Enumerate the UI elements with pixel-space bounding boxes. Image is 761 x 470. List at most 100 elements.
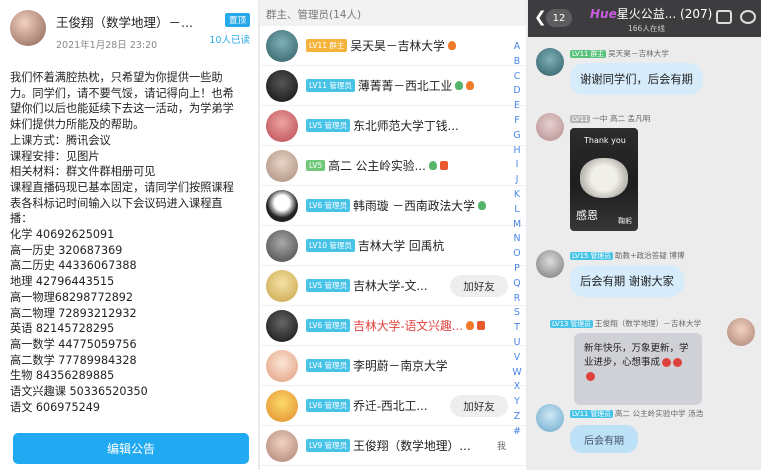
member-avatar[interactable]: [266, 349, 298, 382]
member-row[interactable]: LV10 管理员 吉林大学 回禹杭: [260, 226, 526, 266]
alphabet-letter[interactable]: R: [512, 292, 522, 307]
member-name: 吴天昊－吉林大学: [350, 39, 445, 53]
add-friend-button[interactable]: 加好友: [450, 395, 508, 417]
read-count[interactable]: 10人已读: [209, 32, 250, 46]
member-row[interactable]: LV6 管理员 韩雨璇 －西南政法大学: [260, 186, 526, 226]
sender-avatar[interactable]: [536, 250, 564, 278]
member-name: 东北师范大学丁钱...: [353, 119, 459, 133]
member-row[interactable]: LV6 管理员 乔迁-西北工... 加好友: [260, 386, 526, 426]
alphabet-letter[interactable]: C: [512, 70, 522, 85]
edit-announcement-button[interactable]: 编辑公告: [13, 433, 249, 464]
greeting-card-message[interactable]: 新年快乐，万象更新，学 业进步，心想事成: [574, 333, 702, 405]
announcement-line: 语文 606975249: [10, 400, 100, 414]
member-name: 李明蔚－南京大学: [353, 359, 448, 373]
member-avatar[interactable]: [266, 189, 298, 222]
sender-avatar[interactable]: [727, 318, 755, 346]
member-avatar[interactable]: [266, 309, 298, 342]
tag-icon[interactable]: [716, 10, 732, 24]
add-friend-button[interactable]: 加好友: [450, 275, 508, 297]
announcement-line: 生物 84356289885: [10, 369, 115, 383]
member-row[interactable]: LV9 管理员 王俊翔（数学地理）... 我: [260, 426, 526, 466]
group-members-icon[interactable]: [740, 10, 756, 24]
member-avatar[interactable]: [266, 149, 298, 182]
level-badge: LV11 群主: [306, 39, 348, 52]
member-avatar[interactable]: [266, 109, 298, 142]
member-avatar[interactable]: [266, 29, 298, 62]
alphabet-letter[interactable]: I: [512, 158, 522, 173]
alphabet-letter[interactable]: O: [512, 247, 522, 262]
member-name: 高二 公主岭实验...: [328, 159, 426, 173]
sender-name: 助教+政治答疑 博博: [614, 251, 685, 260]
sender-name: 高二 公主岭实验中学 汤浩: [614, 409, 704, 418]
alphabet-letter[interactable]: U: [512, 336, 522, 351]
member-avatar[interactable]: [266, 269, 298, 302]
image-message[interactable]: Thank you 感恩 鞠躬: [570, 128, 638, 231]
chat-title[interactable]: Hue星火公益... (207): [590, 5, 712, 22]
member-row[interactable]: LV5 高二 公主岭实验...: [260, 146, 526, 186]
member-avatar[interactable]: [266, 69, 298, 102]
alphabet-letter[interactable]: Q: [512, 277, 522, 292]
member-avatar[interactable]: [266, 389, 298, 422]
sender-avatar[interactable]: [536, 113, 564, 141]
member-row[interactable]: LV11 群主 吴天昊－吉林大学: [260, 26, 526, 66]
announcement-line: 地理 42796443515: [10, 275, 115, 289]
sender-line: LV11 一中 高二 孟凡明: [570, 113, 650, 124]
author-avatar[interactable]: [10, 10, 46, 46]
alphabet-letter[interactable]: W: [512, 366, 522, 381]
alphabet-letter[interactable]: P: [512, 262, 522, 277]
alphabet-letter[interactable]: E: [512, 99, 522, 114]
sender-line: LV11 管理员 高二 公主岭实验中学 汤浩: [570, 408, 703, 419]
message-bubble[interactable]: 谢谢同学们，后会有期: [570, 63, 703, 95]
back-icon[interactable]: ❮: [534, 8, 547, 26]
alphabet-letter[interactable]: #: [512, 425, 522, 440]
sender-name: 王俊翔（数学地理）－吉林大学: [594, 319, 702, 328]
sender-avatar[interactable]: [536, 404, 564, 432]
level-badge: LV5 管理员: [306, 279, 351, 292]
sender-name: 一中 高二 孟凡明: [592, 114, 651, 123]
alphabet-letter[interactable]: G: [512, 129, 522, 144]
sender-line: LV13 管理员 王俊翔（数学地理）－吉林大学: [550, 318, 702, 329]
alphabet-letter[interactable]: A: [512, 40, 522, 55]
member-avatar[interactable]: [266, 429, 298, 462]
sender-avatar[interactable]: [536, 48, 564, 76]
alphabet-letter[interactable]: K: [512, 188, 522, 203]
alphabet-letter[interactable]: D: [512, 84, 522, 99]
alphabet-letter[interactable]: F: [512, 114, 522, 129]
alphabet-letter[interactable]: L: [512, 203, 522, 218]
member-avatar[interactable]: [266, 229, 298, 262]
member-name: 乔迁-西北工...: [353, 399, 428, 413]
alphabet-letter[interactable]: V: [512, 351, 522, 366]
member-row[interactable]: LV11 管理员 薄菁菁－西北工业: [260, 66, 526, 106]
alphabet-letter[interactable]: X: [512, 380, 522, 395]
alphabet-letter[interactable]: Y: [512, 395, 522, 410]
announcement-line: 高一物理68298772892: [10, 290, 134, 304]
member-row[interactable]: LV6 管理员 吉林大学-语文兴趣...: [260, 306, 526, 346]
alphabet-letter[interactable]: Z: [512, 410, 522, 425]
member-row[interactable]: LV4 管理员 李明蔚－南京大学: [260, 346, 526, 386]
alphabet-letter[interactable]: N: [512, 232, 522, 247]
pinned-badge: 置顶: [224, 13, 250, 27]
fire-icon: [466, 81, 475, 90]
alphabet-letter[interactable]: J: [512, 173, 522, 188]
member-row[interactable]: LV5 管理员 吉林大学-文... 加好友: [260, 266, 526, 306]
alphabet-index[interactable]: A B C D E F G H I J K L M N O P Q R S T …: [512, 40, 522, 440]
chat-message: LV13 管理员 王俊翔（数学地理）－吉林大学 新年快乐，万象更新，学 业进步，心…: [550, 318, 702, 405]
sender-tag: LV11 管理员: [570, 410, 613, 418]
announcement-line: 化学 40692625091: [10, 228, 115, 242]
message-bubble[interactable]: 后会有期 谢谢大家: [570, 265, 684, 297]
chat-header: ❮ 12 Hue星火公益... (207) 166人在线: [528, 0, 761, 37]
announcement-line: 妹们提供力所能及的帮助。: [10, 118, 145, 132]
alphabet-letter[interactable]: H: [512, 144, 522, 159]
alphabet-letter[interactable]: B: [512, 55, 522, 70]
sticker-message[interactable]: 后会有期: [570, 425, 638, 453]
sender-name: 吴天昊－吉林大学: [608, 49, 669, 58]
cat-image: [580, 158, 628, 198]
alphabet-letter[interactable]: M: [512, 218, 522, 233]
alphabet-letter[interactable]: S: [512, 306, 522, 321]
unread-count-badge[interactable]: 12: [546, 9, 572, 27]
member-row[interactable]: LV5 管理员 东北师范大学丁钱...: [260, 106, 526, 146]
alphabet-letter[interactable]: T: [512, 321, 522, 336]
member-name: 韩雨璇 －西南政法大学: [353, 199, 475, 213]
plant-icon: [477, 201, 486, 210]
online-count: 166人在线: [628, 24, 665, 33]
